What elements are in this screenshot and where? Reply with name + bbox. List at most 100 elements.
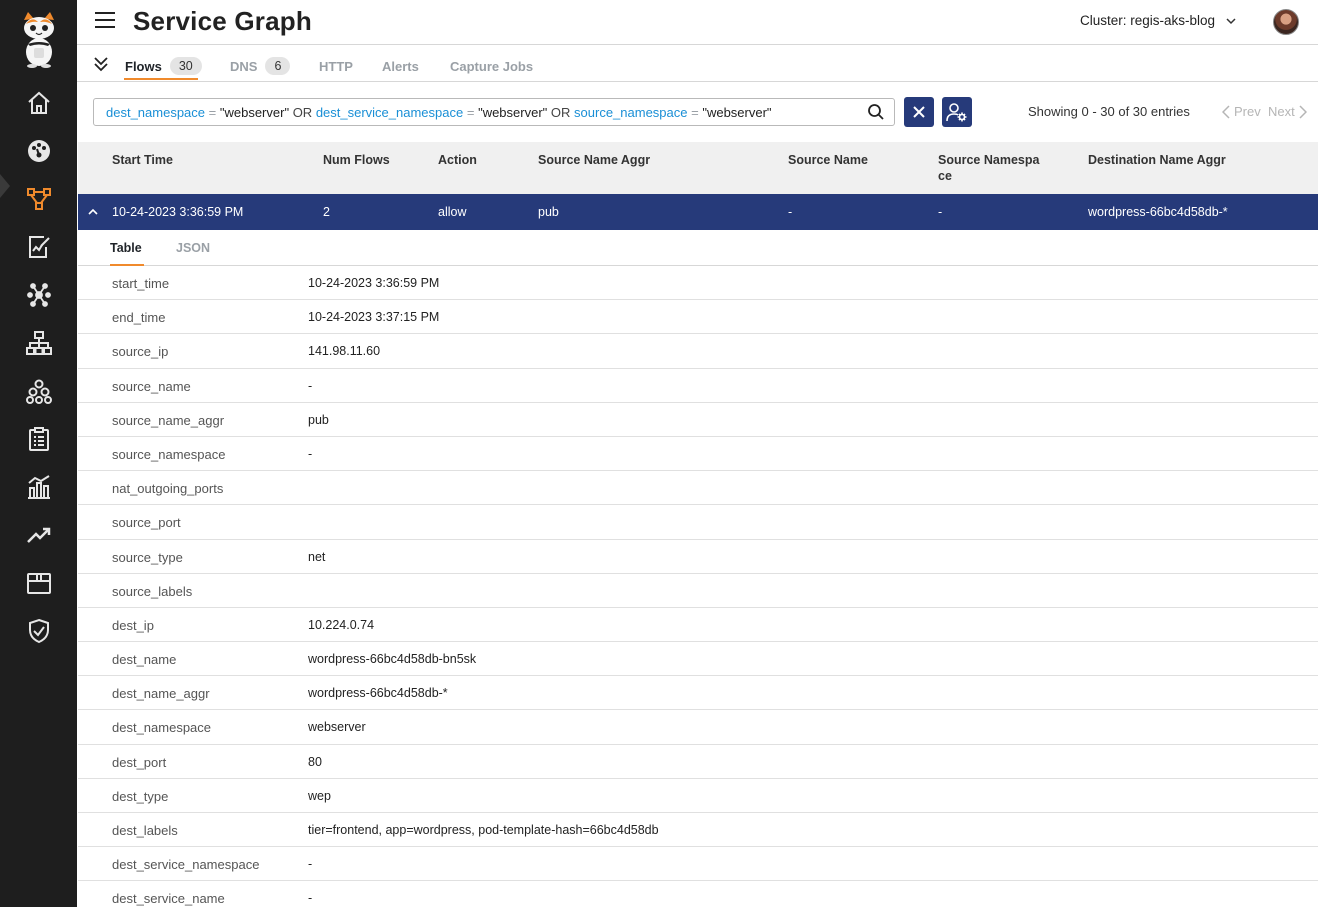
hierarchy-icon (25, 331, 52, 355)
table-row-selected[interactable]: 10-24-2023 3:36:59 PM 2 allow pub - - wo… (78, 194, 1318, 230)
service-graph-icon (26, 188, 51, 210)
detail-row: source_port (78, 505, 1318, 540)
chevron-up-icon[interactable] (87, 206, 99, 218)
cluster-label: Cluster: regis-aks-blog (1080, 13, 1216, 28)
subtab-json[interactable]: JSON (176, 241, 210, 255)
detail-value: wep (308, 788, 331, 803)
clear-query-button[interactable] (904, 97, 934, 127)
nav-service-graph[interactable] (0, 179, 77, 219)
cell-destination-name-aggr: wordpress-66bc4d58db-* (1088, 205, 1228, 219)
policy-edit-icon (28, 236, 50, 258)
column-header[interactable]: Source Name (788, 152, 868, 168)
cell-start-time: 10-24-2023 3:36:59 PM (112, 205, 244, 219)
nav-home[interactable] (0, 83, 77, 123)
cell-source-namespace: - (938, 205, 943, 219)
entries-count: Showing 0 - 30 of 30 entries (1028, 104, 1190, 119)
clipboard-icon (28, 427, 49, 451)
tab-http-label: HTTP (319, 58, 353, 74)
detail-row: source_type net (78, 540, 1318, 574)
detail-row: dest_name_aggr wordpress-66bc4d58db-* (78, 676, 1318, 711)
detail-key: dest_labels (112, 823, 178, 838)
bar-chart-icon (27, 475, 50, 499)
query-value: "webserver" (702, 105, 772, 120)
detail-row: source_name_aggr pub (78, 403, 1318, 437)
detail-key: source_namespace (112, 446, 226, 462)
trend-up-icon (26, 527, 50, 543)
detail-value: 141.98.11.60 (308, 344, 381, 359)
query-operator: = (208, 105, 217, 120)
detail-key: source_port (112, 515, 181, 531)
detail-value: - (308, 446, 313, 461)
tab-dns-count: 6 (265, 57, 291, 75)
collapse-panel-icon[interactable] (92, 55, 110, 73)
detail-row: source_labels (78, 574, 1318, 608)
shield-check-icon (28, 618, 49, 644)
detail-key: nat_outgoing_ports (112, 481, 224, 497)
user-avatar[interactable] (1273, 9, 1299, 35)
detail-row: source_name - (78, 369, 1318, 403)
nav-packages[interactable] (0, 563, 77, 603)
cell-num-flows: 2 (323, 205, 330, 219)
query-key: dest_namespace (106, 105, 206, 120)
subtab-table[interactable]: Table (110, 241, 142, 255)
top-header: Service Graph Cluster: regis-aks-blog (77, 0, 1318, 45)
detail-key: dest_port (112, 754, 167, 770)
app-logo-icon[interactable] (18, 12, 60, 68)
detail-key: start_time (112, 276, 170, 291)
detail-key: source_type (112, 549, 183, 565)
nav-reports[interactable] (0, 467, 77, 507)
cluster-nodes-icon (25, 379, 52, 404)
query-boolean: OR (550, 105, 571, 120)
cell-source-name-aggr: pub (538, 205, 559, 219)
nav-policies[interactable] (0, 227, 77, 267)
detail-value: wordpress-66bc4d58db-* (308, 686, 448, 701)
cell-source-name: - (788, 205, 793, 219)
tab-dns[interactable]: DNS 6 (230, 55, 291, 77)
prev-page-button[interactable]: Prev (1222, 104, 1261, 119)
detail-value: - (308, 378, 313, 393)
nav-trends[interactable] (0, 515, 77, 555)
tab-capture-jobs[interactable]: Capture Jobs (450, 55, 533, 77)
home-icon (27, 91, 50, 114)
tab-flows[interactable]: Flows 30 (125, 55, 202, 77)
column-header[interactable]: Source Namespa ce (938, 152, 1048, 184)
active-tab-underline (124, 78, 198, 80)
detail-row: dest_port 80 (78, 745, 1318, 779)
prev-label: Prev (1234, 104, 1261, 119)
detail-key: source_ip (112, 344, 169, 360)
tab-http[interactable]: HTTP (319, 55, 353, 77)
nav-cluster[interactable] (0, 371, 77, 411)
menu-icon[interactable] (95, 12, 115, 30)
dashboard-gauge-icon (27, 140, 50, 162)
detail-key: dest_ip (112, 617, 154, 633)
nav-network[interactable] (0, 275, 77, 315)
user-settings-button[interactable] (942, 97, 972, 127)
search-icon[interactable] (867, 103, 885, 121)
query-value: "webserver" (219, 105, 290, 120)
detail-row: dest_service_namespace - (78, 847, 1318, 882)
detail-row: dest_type wep (78, 779, 1318, 813)
user-gear-icon (946, 103, 967, 122)
detail-key: end_time (112, 310, 166, 326)
detail-row: source_namespace - (78, 437, 1318, 472)
detail-row: dest_namespace webserver (78, 710, 1318, 745)
network-nodes-icon (26, 283, 51, 307)
column-header[interactable]: Destination Name Aggr (1088, 152, 1226, 168)
nav-hierarchy[interactable] (0, 323, 77, 363)
column-header[interactable]: Action (438, 152, 477, 168)
next-page-button[interactable]: Next (1268, 104, 1307, 119)
nav-dashboard[interactable] (0, 131, 77, 171)
detail-row: source_ip 141.98.11.60 (78, 334, 1318, 369)
column-header[interactable]: Start Time (112, 152, 173, 168)
detail-key: dest_service_namespace (112, 857, 260, 873)
cluster-selector[interactable]: Cluster: regis-aks-blog (1080, 13, 1237, 28)
column-header[interactable]: Num Flows (323, 152, 390, 168)
column-header[interactable]: Source Name Aggr (538, 152, 650, 168)
nav-security[interactable] (0, 611, 77, 651)
tab-alerts[interactable]: Alerts (382, 55, 419, 77)
query-value: "webserver" (478, 105, 548, 120)
detail-value: 10-24-2023 3:36:59 PM (308, 276, 440, 290)
query-input[interactable]: dest_namespace = "webserver" OR dest_ser… (93, 98, 895, 126)
nav-compliance[interactable] (0, 419, 77, 459)
query-key: source_namespace (574, 105, 688, 120)
